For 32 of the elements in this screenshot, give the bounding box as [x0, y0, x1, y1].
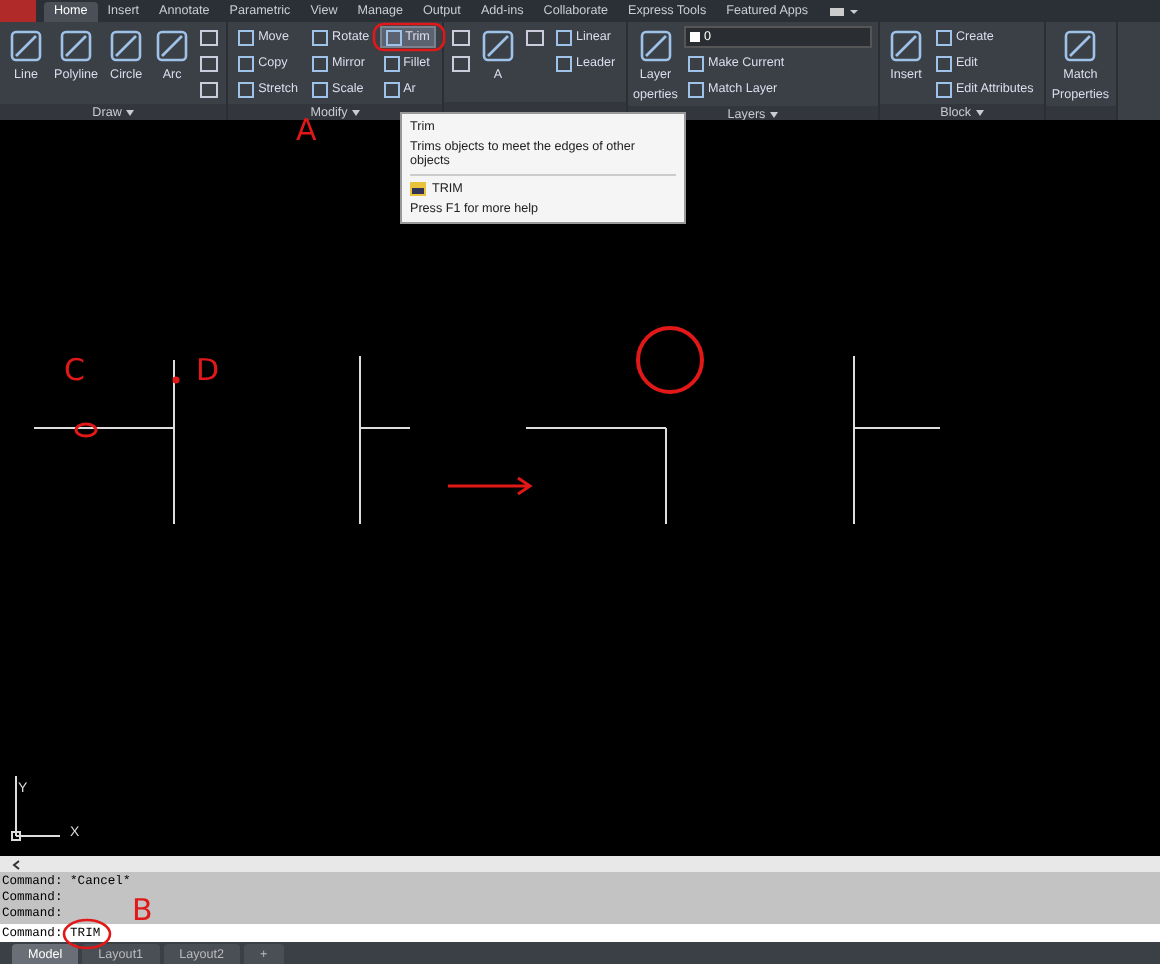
tool-icon-button[interactable] — [198, 78, 221, 100]
chevron-left-icon[interactable] — [12, 859, 20, 869]
circle-annotation — [372, 22, 446, 52]
circle-annotation — [62, 918, 112, 950]
workspace-icon[interactable] — [830, 5, 859, 17]
handwritten-letter: D — [196, 356, 220, 386]
tool-icon — [637, 28, 674, 64]
tool-icon — [8, 28, 44, 64]
caret-icon — [351, 110, 360, 116]
command-icon — [410, 182, 426, 196]
tool-icon — [108, 28, 145, 64]
tool-icon — [154, 28, 191, 64]
color-swatch-icon — [689, 32, 700, 42]
tool-icon — [479, 28, 516, 64]
tool-icon-button[interactable] — [449, 52, 472, 74]
tool-icon — [1062, 28, 1099, 64]
handwritten-letter: C — [64, 356, 85, 386]
dot-annotation — [172, 376, 180, 384]
ucs-icon — [11, 775, 61, 841]
arrow-annotation — [446, 476, 533, 496]
caret-icon — [125, 110, 134, 116]
handwritten-letter: A — [296, 116, 317, 146]
tool-icon-button[interactable] — [449, 26, 472, 48]
tool-icon-button[interactable] — [198, 26, 221, 48]
caret-icon — [975, 110, 984, 116]
circle-annotation — [74, 422, 98, 438]
circle-annotation — [636, 326, 704, 394]
tool-icon — [887, 28, 924, 64]
tool-icon-button[interactable] — [198, 52, 221, 74]
tool-icon-button[interactable] — [523, 26, 546, 48]
tool-icon — [58, 28, 95, 64]
handwritten-letter: B — [132, 896, 153, 926]
